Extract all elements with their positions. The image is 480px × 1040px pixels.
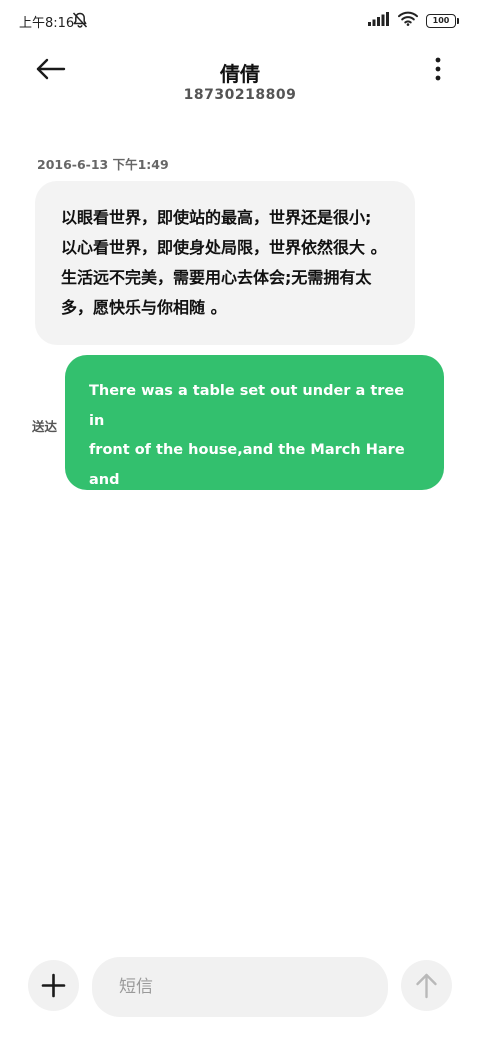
message-composer: [0, 956, 480, 1020]
send-button[interactable]: [401, 960, 452, 1011]
message-input[interactable]: [92, 957, 388, 1017]
incoming-message-bubble[interactable]: 以眼看世界，即使站的最高，世界还是很小; 以心看世界，即使身处局限，世界依然很大…: [35, 181, 415, 345]
wifi-icon: [398, 11, 418, 30]
more-vertical-icon: [430, 57, 446, 86]
add-attachment-button[interactable]: [28, 960, 79, 1011]
message-timestamp: 2016-6-13 下午1:49: [37, 157, 169, 172]
more-options-button[interactable]: [430, 56, 446, 82]
signal-icon: [368, 11, 390, 30]
contact-name: 倩倩: [220, 62, 260, 86]
status-time: 上午8:16: [19, 16, 75, 31]
conversation-header: 倩倩 18730218809: [0, 40, 480, 120]
battery-icon: 100: [426, 13, 459, 28]
outgoing-message-bubble[interactable]: There was a table set out under a tree i…: [65, 355, 444, 517]
status-indicators: 100: [368, 11, 459, 30]
outgoing-message-text: There was a table set out under a tree i…: [89, 383, 405, 517]
incoming-message-text: 以眼看世界，即使站的最高，世界还是很小; 以心看世界，即使身处局限，世界依然很大…: [61, 208, 387, 317]
status-bar: 上午8:16 100: [0, 0, 480, 40]
delivery-status: 送达: [32, 419, 58, 434]
mute-icon: [71, 11, 89, 33]
contact-number: 18730218809: [183, 87, 297, 103]
